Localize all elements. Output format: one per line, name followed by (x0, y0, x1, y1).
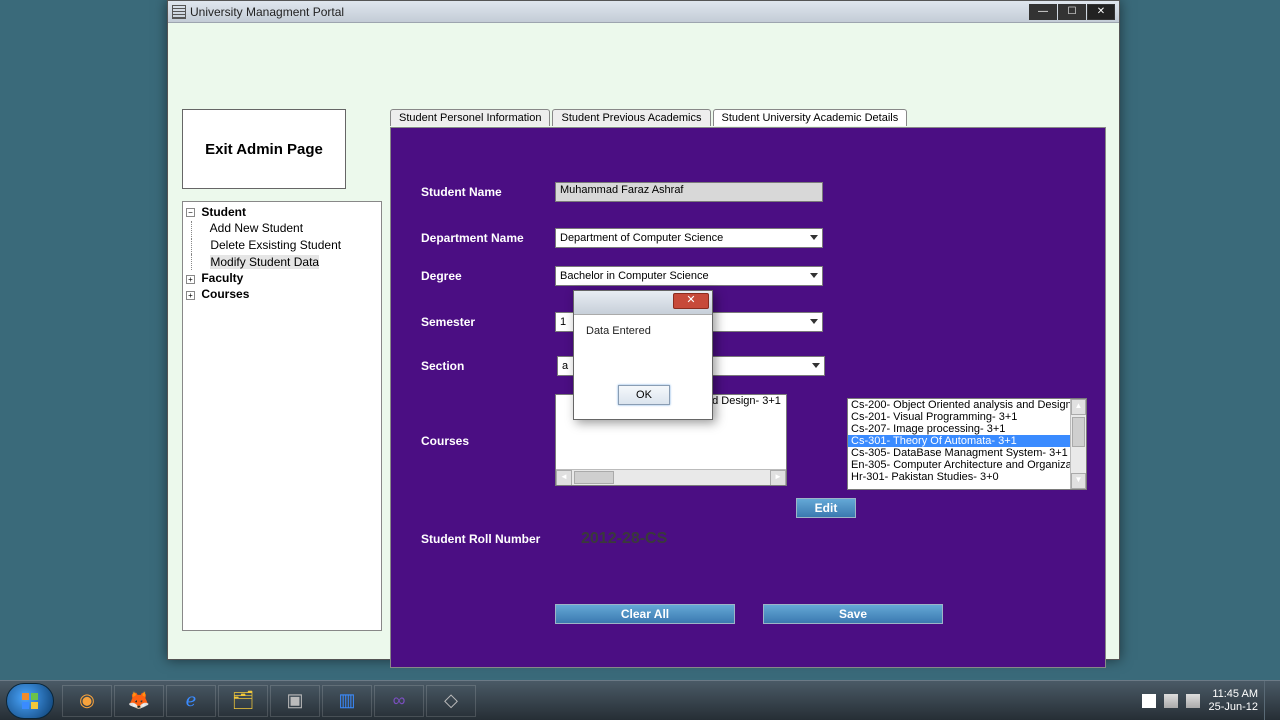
tab-previous-academics[interactable]: Student Previous Academics (552, 109, 710, 126)
dialog-message: Data Entered (574, 315, 712, 347)
scroll-thumb[interactable] (574, 471, 614, 484)
tree-node-student[interactable]: Student (201, 205, 246, 219)
taskbar: ◉ 🦊 ℯ 🗂 ▣ ▥ ∞ ◇ 11:45 AM 25-Jun-12 (0, 680, 1280, 720)
action-center-icon[interactable] (1142, 694, 1156, 708)
department-value: Department of Computer Science (560, 232, 723, 244)
taskbar-mediaplayer-icon[interactable]: ◉ (62, 685, 112, 717)
app-icon (172, 5, 186, 19)
expand-toggle-faculty[interactable]: + (186, 275, 195, 284)
list-item[interactable]: Cs-201- Visual Programming- 3+1 (848, 411, 1086, 423)
taskbar-vs-icon[interactable]: ∞ (374, 685, 424, 717)
edit-button[interactable]: Edit (796, 498, 856, 518)
vertical-scrollbar[interactable]: ▲ ▼ (1070, 399, 1086, 489)
taskbar-firefox-icon[interactable]: 🦊 (114, 685, 164, 717)
tree-node-courses[interactable]: Courses (201, 287, 249, 301)
taskbar-app3-icon[interactable]: ◇ (426, 685, 476, 717)
horizontal-scrollbar[interactable]: ◄ ► (556, 469, 786, 485)
list-item[interactable]: Cs-301- Theory Of Automata- 3+1 (848, 435, 1086, 447)
minimize-button[interactable]: — (1029, 4, 1057, 20)
start-button[interactable] (6, 683, 54, 719)
list-item[interactable]: Cs-305- DataBase Managment System- 3+1 (848, 447, 1086, 459)
volume-icon[interactable] (1186, 694, 1200, 708)
message-dialog: ✕ Data Entered OK (573, 290, 713, 420)
dialog-ok-button[interactable]: OK (618, 385, 670, 405)
network-icon[interactable] (1164, 694, 1178, 708)
scroll-down-icon[interactable]: ▼ (1071, 473, 1086, 489)
scroll-left-icon[interactable]: ◄ (556, 470, 572, 486)
exit-admin-label: Exit Admin Page (205, 141, 323, 158)
label-degree: Degree (421, 269, 555, 283)
expand-toggle-student[interactable]: − (186, 208, 195, 217)
system-tray[interactable]: 11:45 AM 25-Jun-12 (1142, 681, 1274, 720)
scroll-up-icon[interactable]: ▲ (1071, 399, 1086, 415)
titlebar[interactable]: University Managment Portal — ☐ ✕ (168, 1, 1119, 23)
list-item[interactable]: En-305- Computer Architecture and Organi… (848, 459, 1086, 471)
tab-university-academics[interactable]: Student University Academic Details (713, 109, 908, 126)
degree-select[interactable]: Bachelor in Computer Science (555, 266, 823, 286)
clear-all-button[interactable]: Clear All (555, 604, 735, 624)
tree-node-faculty[interactable]: Faculty (201, 271, 243, 285)
label-student-name: Student Name (421, 185, 555, 199)
department-select[interactable]: Department of Computer Science (555, 228, 823, 248)
tree-node-modify-student[interactable]: Modify Student Data (210, 255, 319, 269)
degree-value: Bachelor in Computer Science (560, 270, 709, 282)
semester-value: 1 (560, 316, 566, 328)
scroll-right-icon[interactable]: ► (770, 470, 786, 486)
label-courses: Courses (421, 434, 469, 448)
list-item[interactable]: Hr-301- Pakistan Studies- 3+0 (848, 471, 1086, 483)
close-button[interactable]: ✕ (1087, 4, 1115, 20)
list-item[interactable]: Cs-200- Object Oriented analysis and Des… (848, 399, 1086, 411)
clock-date: 25-Jun-12 (1208, 701, 1258, 714)
tabstrip: Student Personel Information Student Pre… (390, 109, 909, 126)
label-roll-number: Student Roll Number (421, 532, 581, 546)
taskbar-app1-icon[interactable]: ▣ (270, 685, 320, 717)
taskbar-ie-icon[interactable]: ℯ (166, 685, 216, 717)
dialog-titlebar[interactable]: ✕ (574, 291, 712, 315)
nav-tree[interactable]: − Student Add New Student Delete Exsisti… (182, 201, 382, 631)
scroll-thumb[interactable] (1072, 417, 1085, 447)
tab-personal-info[interactable]: Student Personel Information (390, 109, 550, 126)
tree-node-delete-student[interactable]: Delete Exsisting Student (210, 238, 341, 252)
list-item[interactable]: Cs-207- Image processing- 3+1 (848, 423, 1086, 435)
available-courses-list[interactable]: Cs-200- Object Oriented analysis and Des… (847, 398, 1087, 490)
label-semester: Semester (421, 315, 555, 329)
expand-toggle-courses[interactable]: + (186, 291, 195, 300)
save-button[interactable]: Save (763, 604, 943, 624)
tree-node-add-student[interactable]: Add New Student (210, 221, 303, 235)
show-desktop-button[interactable] (1264, 681, 1274, 720)
section-value: a (562, 360, 568, 372)
taskbar-explorer-icon[interactable]: 🗂 (218, 685, 268, 717)
roll-number-value: 2012-28-CS (581, 530, 667, 548)
label-section: Section (421, 359, 557, 373)
label-department: Department Name (421, 231, 555, 245)
tab-panel: Student Name Muhammad Faraz Ashraf Depar… (390, 127, 1106, 668)
exit-admin-button[interactable]: Exit Admin Page (182, 109, 346, 189)
dialog-close-button[interactable]: ✕ (673, 293, 709, 309)
taskbar-app2-icon[interactable]: ▥ (322, 685, 372, 717)
clock-time: 11:45 AM (1208, 688, 1258, 701)
clock[interactable]: 11:45 AM 25-Jun-12 (1208, 688, 1258, 714)
window-title: University Managment Portal (190, 5, 344, 19)
maximize-button[interactable]: ☐ (1058, 4, 1086, 20)
student-name-field[interactable]: Muhammad Faraz Ashraf (555, 182, 823, 202)
